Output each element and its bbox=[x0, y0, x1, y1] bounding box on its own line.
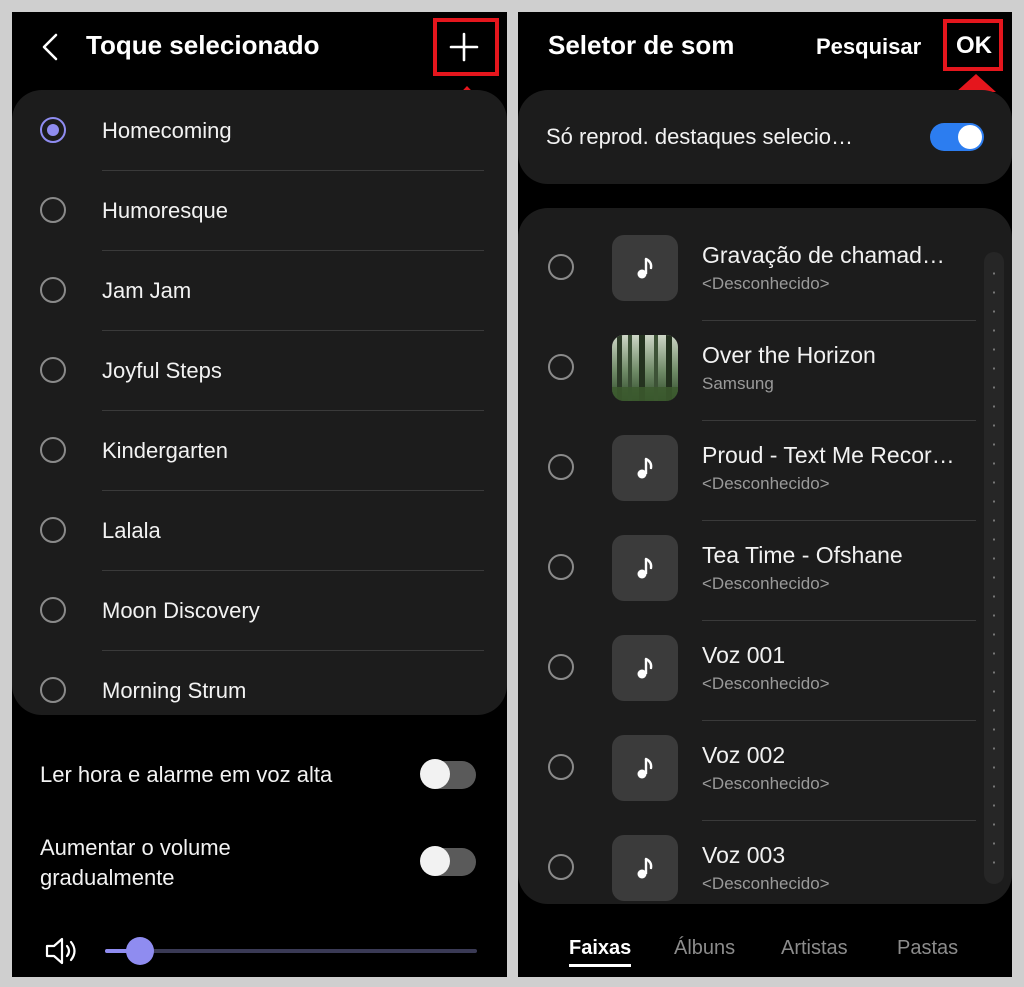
increase-volume-line: Aumentar o volume bbox=[40, 835, 231, 860]
track-title: Voz 003 bbox=[702, 842, 786, 868]
add-button-highlight bbox=[433, 18, 499, 76]
tab-label: Pastas bbox=[897, 937, 959, 959]
music-note-icon bbox=[612, 735, 678, 801]
scrollbar-index-dots bbox=[993, 264, 995, 872]
radio-button[interactable] bbox=[548, 754, 574, 780]
track-item[interactable]: Over the Horizon Samsung bbox=[518, 320, 994, 420]
ringtone-item[interactable]: Jam Jam bbox=[12, 250, 484, 330]
ringtone-label: Joyful Steps bbox=[102, 358, 222, 383]
toggle-knob bbox=[420, 759, 450, 789]
read-time-toggle[interactable] bbox=[420, 759, 476, 789]
increase-volume-line: gradualmente bbox=[40, 865, 175, 890]
tab-albums[interactable]: Álbuns bbox=[674, 937, 735, 960]
track-artist: <Desconhecido> bbox=[702, 274, 830, 293]
tab-label: Faixas bbox=[569, 937, 632, 959]
ringtone-label: Kindergarten bbox=[102, 438, 228, 463]
radio-button[interactable] bbox=[548, 354, 574, 380]
track-title: Voz 001 bbox=[702, 642, 786, 668]
music-note-icon bbox=[612, 435, 678, 501]
music-note-icon bbox=[612, 835, 678, 901]
music-note-icon bbox=[612, 535, 678, 601]
ringtone-list: Homecoming Humoresque Jam Jam Joyful Steps K… bbox=[12, 90, 507, 715]
sound-picker-screen: Seletor de som Pesquisar OK Só reprod. d… bbox=[518, 12, 1012, 977]
track-item[interactable]: Proud - Text Me Recor… <Desconhecido> bbox=[518, 420, 994, 520]
radio-button[interactable] bbox=[548, 654, 574, 680]
volume-handle[interactable] bbox=[125, 937, 154, 965]
read-time-label: Ler hora e alarme em voz alta bbox=[40, 762, 333, 787]
tab-artists[interactable]: Artistas bbox=[781, 937, 848, 960]
radio-button[interactable] bbox=[40, 117, 66, 143]
ringtone-label: Homecoming bbox=[102, 118, 232, 143]
album-art bbox=[612, 335, 678, 401]
ringtone-item[interactable]: Moon Discovery bbox=[12, 570, 484, 650]
back-arrow-icon[interactable] bbox=[38, 32, 62, 62]
track-item[interactable]: Voz 003 <Desconhecido> bbox=[518, 820, 994, 920]
increase-volume-toggle[interactable] bbox=[420, 846, 476, 876]
ringtone-label: Moon Discovery bbox=[102, 598, 260, 623]
tab-tracks[interactable]: Faixas bbox=[569, 937, 632, 967]
radio-button[interactable] bbox=[548, 254, 574, 280]
radio-button[interactable] bbox=[40, 357, 66, 383]
track-title: Tea Time - Ofshane bbox=[702, 542, 903, 568]
ringtone-item[interactable]: Kindergarten bbox=[12, 410, 484, 490]
track-item[interactable]: Gravação de chamad… <Desconhecido> bbox=[518, 220, 994, 320]
volume-slider[interactable] bbox=[105, 937, 477, 965]
radio-button[interactable] bbox=[40, 517, 66, 543]
increase-volume-label: Aumentar o volume gradualmente bbox=[40, 833, 231, 893]
ok-button-highlight bbox=[943, 19, 1003, 71]
music-note-icon bbox=[612, 235, 678, 301]
track-item[interactable]: Voz 002 <Desconhecido> bbox=[518, 720, 994, 820]
radio-button[interactable] bbox=[548, 454, 574, 480]
highlights-label: Só reprod. destaques selecio… bbox=[546, 124, 853, 149]
track-artist: <Desconhecido> bbox=[702, 574, 830, 593]
track-list: Gravação de chamad… <Desconhecido> Over th… bbox=[518, 208, 1012, 904]
radio-button[interactable] bbox=[40, 597, 66, 623]
tab-folders[interactable]: Pastas bbox=[897, 937, 958, 960]
toggle-knob bbox=[420, 846, 450, 876]
track-artist: <Desconhecido> bbox=[702, 674, 830, 693]
radio-button[interactable] bbox=[40, 197, 66, 223]
track-artist: <Desconhecido> bbox=[702, 874, 830, 893]
music-note-icon bbox=[612, 635, 678, 701]
ringtone-item[interactable]: Joyful Steps bbox=[12, 330, 484, 410]
radio-button[interactable] bbox=[548, 554, 574, 580]
page-title: Seletor de som bbox=[548, 30, 735, 60]
volume-icon bbox=[44, 936, 80, 966]
track-title: Voz 002 bbox=[702, 742, 786, 768]
ringtone-label: Lalala bbox=[102, 518, 161, 543]
track-item[interactable]: Tea Time - Ofshane <Desconhecido> bbox=[518, 520, 994, 620]
page-title: Toque selecionado bbox=[86, 30, 320, 60]
ringtone-label: Humoresque bbox=[102, 198, 228, 223]
track-artist: <Desconhecido> bbox=[702, 474, 830, 493]
track-title: Proud - Text Me Recor… bbox=[702, 442, 955, 468]
tab-underline bbox=[569, 964, 632, 967]
ringtone-screen: Toque selecionado Homecoming Humoresque Ja… bbox=[12, 12, 507, 977]
tab-label: Artistas bbox=[781, 937, 848, 959]
volume-track bbox=[105, 949, 477, 953]
radio-button[interactable] bbox=[548, 854, 574, 880]
tab-label: Álbuns bbox=[674, 937, 736, 959]
search-button[interactable]: Pesquisar bbox=[816, 34, 921, 60]
radio-button[interactable] bbox=[40, 677, 66, 703]
ringtone-item[interactable]: Humoresque bbox=[12, 170, 484, 250]
track-title: Gravação de chamad… bbox=[702, 242, 945, 268]
ringtone-item[interactable]: Lalala bbox=[12, 490, 484, 570]
radio-button[interactable] bbox=[40, 437, 66, 463]
toggle-knob bbox=[958, 125, 982, 149]
track-title: Over the Horizon bbox=[702, 342, 876, 368]
track-artist: Samsung bbox=[702, 374, 774, 393]
ringtone-label: Morning Strum bbox=[102, 678, 247, 703]
highlights-card: Só reprod. destaques selecio… bbox=[518, 90, 1012, 184]
highlights-toggle[interactable] bbox=[930, 123, 984, 151]
track-artist: <Desconhecido> bbox=[702, 774, 830, 793]
track-item[interactable]: Voz 001 <Desconhecido> bbox=[518, 620, 994, 720]
ringtone-label: Jam Jam bbox=[102, 278, 192, 303]
ringtone-item[interactable]: Morning Strum bbox=[12, 650, 484, 730]
ringtone-item[interactable]: Homecoming bbox=[12, 90, 484, 170]
scrollbar[interactable] bbox=[984, 252, 1004, 884]
radio-button[interactable] bbox=[40, 277, 66, 303]
